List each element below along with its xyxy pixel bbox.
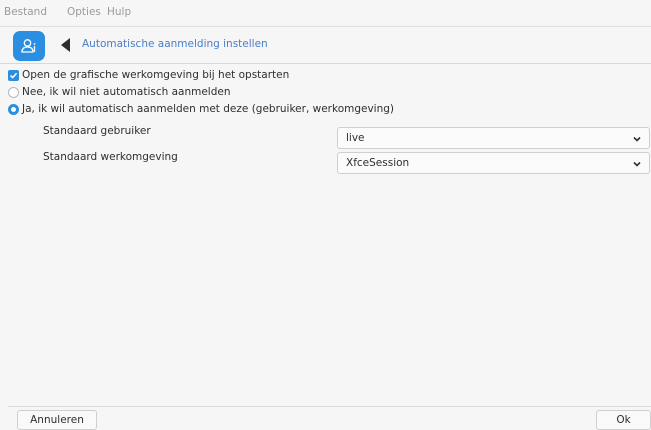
no-autologin-label: Nee, ik wil niet automatisch aanmelden [22,86,231,98]
yes-autologin-label: Ja, ik wil automatisch aanmelden met dez… [22,103,395,115]
menu-opties[interactable]: Opties [67,6,101,18]
header: Automatische aanmelding instellen [0,27,651,63]
default-user-select[interactable]: live [337,127,650,149]
launch-gui-label: Open de grafische werkomgeving bij het o… [22,69,290,81]
yes-autologin-radio[interactable]: Ja, ik wil automatisch aanmelden met dez… [8,102,394,116]
header-divider [0,63,651,64]
radio-unchecked-icon[interactable] [8,86,19,98]
user-autologin-icon [13,31,45,61]
default-session-value: XfceSession [346,157,410,169]
cancel-button[interactable]: Annuleren [17,410,97,430]
menu-bestand[interactable]: Bestand [4,6,47,18]
checkbox-checked-icon[interactable] [8,69,19,81]
page-title: Automatische aanmelding instellen [82,38,268,50]
chevron-down-icon [633,136,641,142]
footer-divider [8,406,651,407]
menu-hulp[interactable]: Hulp [107,6,131,18]
chevron-down-icon [633,161,641,167]
default-user-value: live [346,132,365,144]
default-user-label: Standaard gebruiker [43,125,151,137]
radio-checked-icon[interactable] [8,103,19,115]
header-pointer-icon [61,38,70,52]
no-autologin-radio[interactable]: Nee, ik wil niet automatisch aanmelden [8,85,231,99]
ok-button[interactable]: Ok [596,410,651,430]
launch-gui-checkbox[interactable]: Open de grafische werkomgeving bij het o… [8,68,289,82]
default-session-label: Standaard werkomgeving [43,151,178,163]
default-session-select[interactable]: XfceSession [337,152,650,174]
menubar: Bestand Opties Hulp [0,0,651,26]
